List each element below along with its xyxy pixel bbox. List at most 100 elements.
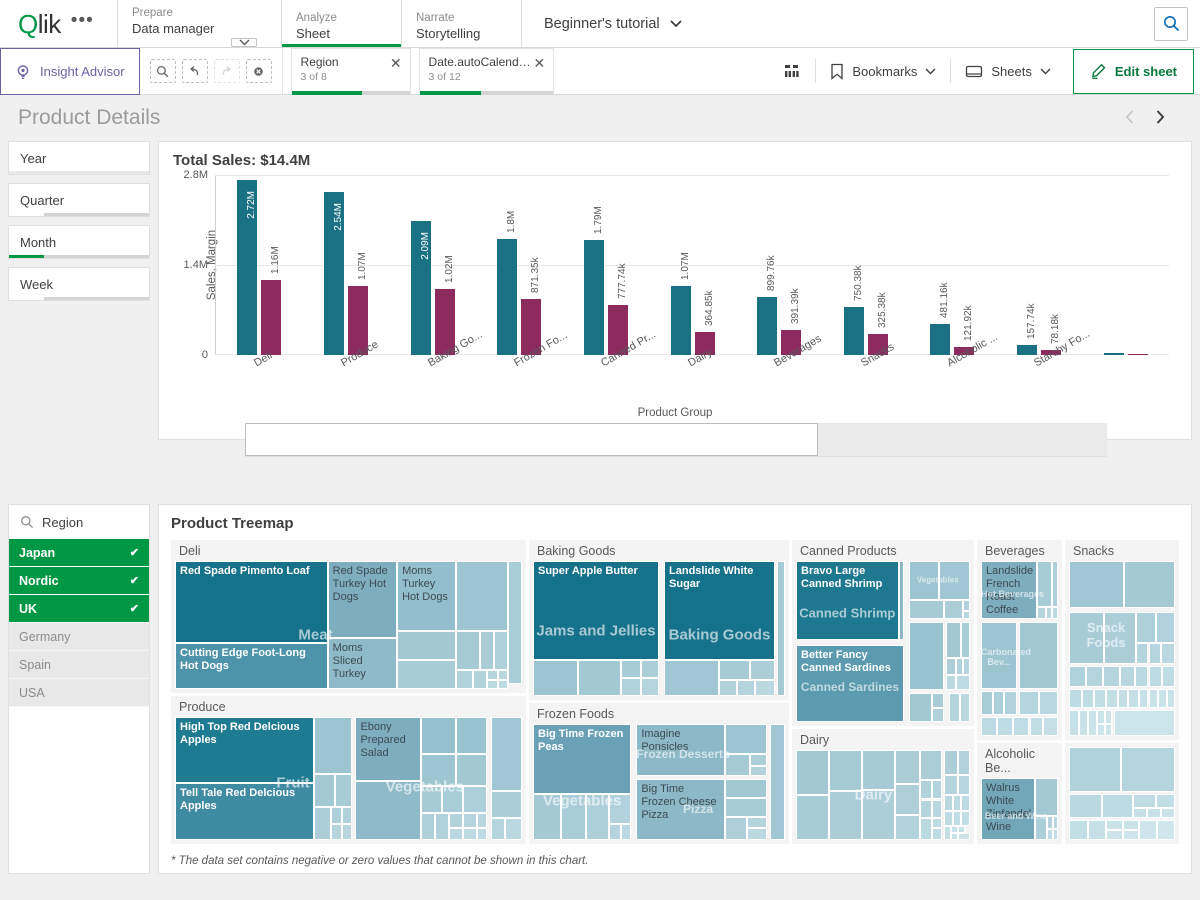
treemap-tile[interactable]: Better Fancy Canned Sardines	[796, 644, 904, 722]
region-list-item[interactable]: Nordic ✔	[9, 567, 149, 595]
bar-group[interactable]	[1082, 175, 1169, 355]
filter-week[interactable]: Week	[8, 267, 150, 301]
treemap-group-frozen-foods[interactable]: Frozen Foods Big Time Frozen Peas Imagin…	[529, 703, 789, 844]
treemap-tile[interactable]: Bravo Large Canned Shrimp	[796, 561, 899, 640]
bar-group[interactable]: 481.16k 121.92k	[909, 175, 996, 355]
treemap-column-4: Beverages Landslide French Roast Coffee	[977, 540, 1062, 848]
treemap-tile[interactable]: Big Time Frozen Peas	[533, 724, 632, 794]
region-item-label: Spain	[19, 657, 51, 672]
treemap-group-snacks-overflow[interactable]	[1065, 743, 1179, 844]
treemap-tile[interactable]: Walrus White Zinfandel Wine	[981, 778, 1035, 840]
bar-sales[interactable]: 1.07M	[670, 252, 691, 355]
selection-chip-region[interactable]: Region 3 of 8 ✕	[290, 48, 411, 95]
region-filter-header[interactable]: Region	[9, 505, 149, 539]
treemap-group-canned-products[interactable]: Canned Products Bravo Large Canned Shrim…	[792, 540, 974, 726]
tile-label: Big Time Frozen Cheese Pizza	[641, 782, 717, 821]
bar-sales[interactable]: 899.76k	[757, 256, 778, 355]
filter-month[interactable]: Month	[8, 225, 150, 259]
bar-group[interactable]: 1.79M 777.74k	[563, 175, 650, 355]
bar-margin[interactable]: 1.16M	[261, 247, 282, 355]
region-filter-pane[interactable]: Region Japan ✔ Nordic ✔ UK ✔ Germany Spain USA	[8, 504, 150, 874]
insight-advisor-button[interactable]: Insight Advisor	[0, 48, 140, 95]
treemap-tile[interactable]: Landslide White Sugar	[664, 561, 775, 660]
search-icon[interactable]	[20, 515, 34, 529]
global-search-button[interactable]	[1154, 6, 1188, 41]
treemap-tile[interactable]: Landslide French Roast Coffee	[981, 561, 1038, 619]
treemap-group-beverages[interactable]: Beverages Landslide French Roast Coffee	[977, 540, 1062, 740]
nav-prepare-main: Data manager	[132, 21, 215, 36]
treemap-tile[interactable]: High Top Red Delcious Apples	[175, 717, 314, 784]
grid-view-button[interactable]	[769, 48, 815, 95]
bar-group[interactable]: 1.07M 364.85k	[649, 175, 736, 355]
close-icon[interactable]: ✕	[390, 55, 402, 70]
prepare-dropdown-button[interactable]	[231, 38, 257, 47]
treemap-group-dairy[interactable]: Dairy Dairy	[792, 729, 974, 844]
chart-scroll-minimap[interactable]	[245, 423, 1107, 457]
edit-sheet-button[interactable]: Edit sheet	[1072, 48, 1194, 94]
filter-progress	[9, 213, 149, 216]
bar-sales[interactable]: 1.8M	[497, 211, 518, 355]
bar-sales[interactable]: 157.74k	[1017, 303, 1038, 355]
filter-month-label: Month	[20, 234, 57, 250]
treemap-tile[interactable]: Cutting Edge Foot-Long Hot Dogs	[175, 642, 328, 689]
treemap-group-label: Dairy	[800, 733, 830, 747]
qlik-logo[interactable]: Qlik	[18, 11, 61, 37]
treemap-group-body: Snack Foods	[1069, 561, 1175, 736]
treemap-group-produce[interactable]: Produce High Top Red Delcious Apples Tel…	[171, 696, 526, 844]
bar-group[interactable]: 2.72M 1.16M	[216, 175, 303, 355]
treemap-tile[interactable]: Ebony Prepared Salad	[355, 717, 422, 781]
bar-sales[interactable]: 2.09M	[410, 220, 431, 355]
close-icon[interactable]: ✕	[534, 55, 546, 70]
treemap-tile[interactable]: Moms Turkey Hot Dogs	[397, 561, 457, 632]
treemap-group-alcoholic[interactable]: Alcoholic Be... Walrus White Zinfandel W…	[977, 743, 1062, 844]
region-list-item[interactable]: Germany	[9, 623, 149, 651]
treemap-tile[interactable]: Big Time Frozen Cheese Pizza	[636, 778, 725, 840]
treemap-group-deli[interactable]: Deli Red Spade Pimento Loaf Cutting Edge…	[171, 540, 526, 693]
treemap-tile[interactable]: Red Spade Turkey Hot Dogs	[327, 561, 398, 638]
treemap-tile[interactable]: Red Spade Pimento Loaf	[175, 561, 328, 643]
nav-analyze[interactable]: Analyze Sheet	[282, 0, 402, 47]
bar-group[interactable]: 2.09M 1.02M	[389, 175, 476, 355]
sheet-body: Year Quarter Month Week Total Sales: $14…	[0, 141, 1200, 874]
bar-group[interactable]: 750.38k 325.38k	[822, 175, 909, 355]
treemap-group-baking-goods[interactable]: Baking Goods Super Apple Butter Landslid…	[529, 540, 789, 700]
filter-year[interactable]: Year	[8, 141, 150, 175]
region-list-item[interactable]: USA	[9, 679, 149, 707]
bar-group[interactable]: 157.74k 78.18k	[996, 175, 1083, 355]
region-list-item[interactable]: Japan ✔	[9, 539, 149, 567]
next-sheet-button[interactable]	[1154, 109, 1166, 128]
region-list-item[interactable]: UK ✔	[9, 595, 149, 623]
app-title-zone[interactable]: Beginner's tutorial	[522, 0, 1154, 47]
treemap-tile[interactable]: Moms Sliced Turkey	[327, 637, 398, 689]
bar-sales[interactable]: 481.16k	[930, 282, 951, 355]
step-back-icon[interactable]	[181, 59, 208, 83]
treemap-tile[interactable]: Tell Tale Red Delcious Apples	[175, 783, 314, 840]
sheets-button[interactable]: Sheets	[951, 48, 1064, 95]
treemap-card[interactable]: Product Treemap Deli Red Spade Pimento L…	[158, 504, 1192, 874]
treemap-tile[interactable]: Imagine Ponsicles	[636, 724, 725, 777]
bookmarks-button[interactable]: Bookmarks	[816, 48, 950, 95]
region-list-item[interactable]: Spain	[9, 651, 149, 679]
treemap-group-snacks[interactable]: Snacks Snack Foods	[1065, 540, 1179, 740]
bar-sales[interactable]: 2.54M	[323, 191, 344, 355]
bar-sales[interactable]: 1.79M	[583, 206, 604, 355]
selection-chip-date[interactable]: Date.autoCalendar.... 3 of 12 ✕	[418, 48, 555, 95]
treemap-tile[interactable]: Super Apple Butter	[533, 561, 659, 660]
bar-chart-card[interactable]: Total Sales: $14.4M Sales, Margin 2.8M 1…	[158, 141, 1192, 457]
selection-search-icon[interactable]	[149, 59, 176, 83]
nav-narrate[interactable]: Narrate Storytelling	[402, 0, 522, 47]
treemap-chart[interactable]: Deli Red Spade Pimento Loaf Cutting Edge…	[171, 540, 1179, 848]
bar-group[interactable]: 899.76k 391.39k	[736, 175, 823, 355]
nav-prepare[interactable]: Prepare Data manager	[118, 0, 282, 47]
chevron-down-icon[interactable]	[670, 19, 682, 28]
bar-group[interactable]: 2.54M 1.07M	[303, 175, 390, 355]
bar-group[interactable]: 1.8M 871.35k	[476, 175, 563, 355]
search-icon	[1163, 16, 1179, 32]
more-options-icon[interactable]: •••	[71, 11, 94, 36]
clear-all-icon[interactable]	[245, 59, 272, 83]
bar-sales[interactable]: 750.38k	[843, 265, 864, 355]
previous-sheet-button[interactable]	[1124, 109, 1136, 128]
bar-sales[interactable]: 2.72M	[237, 180, 258, 355]
region-item-label: Nordic	[19, 573, 59, 588]
filter-quarter[interactable]: Quarter	[8, 183, 150, 217]
